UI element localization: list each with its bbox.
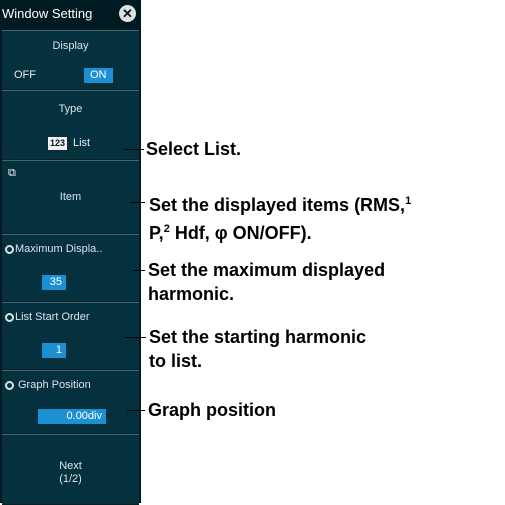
window-setting-panel: Window Setting ✕ Display OFF ON Type 123… bbox=[0, 0, 141, 505]
graph-position-value[interactable]: 0.00div bbox=[38, 409, 106, 424]
leader-line-items bbox=[130, 202, 145, 203]
callout-max-line2: harmonic. bbox=[148, 284, 235, 304]
item-label: Item bbox=[59, 191, 82, 203]
max-display-value[interactable]: 35 bbox=[42, 275, 66, 290]
item-section[interactable]: ⧉ Item bbox=[2, 160, 139, 234]
leader-line-select-list bbox=[124, 149, 144, 150]
jog-dial-icon bbox=[4, 312, 15, 323]
graph-position-label: Graph Position bbox=[18, 379, 91, 391]
callout-items: Set the displayed items (RMS,1 P,2 Hdf, … bbox=[149, 189, 411, 245]
type-section[interactable]: Type 123 List bbox=[2, 90, 139, 160]
list-start-value[interactable]: 1 bbox=[42, 343, 66, 358]
display-on-option[interactable]: ON bbox=[84, 68, 113, 83]
callout-max: Set the maximum displayed harmonic. bbox=[148, 258, 385, 306]
callout-start-line1: Set the starting harmonic bbox=[149, 327, 367, 347]
jog-dial-icon bbox=[4, 244, 15, 255]
leader-line-start bbox=[125, 337, 146, 338]
callout-start: Set the starting harmonic to list. bbox=[149, 325, 366, 373]
title-bar: Window Setting ✕ bbox=[0, 0, 141, 28]
footnote-1: 1 bbox=[405, 195, 412, 207]
callout-graph: Graph position bbox=[148, 400, 276, 420]
type-value: List bbox=[73, 137, 91, 149]
type-label: Type bbox=[58, 103, 83, 115]
callout-select-list: Select List. bbox=[146, 139, 242, 159]
graph-position-section[interactable]: Graph Position 0.00div bbox=[2, 370, 139, 434]
list-start-label: List Start Order bbox=[15, 311, 90, 323]
next-label: Next bbox=[59, 460, 82, 472]
list-type-icon: 123 bbox=[48, 137, 68, 150]
next-page-indicator: (1/2) bbox=[59, 473, 82, 485]
close-icon[interactable]: ✕ bbox=[119, 5, 136, 22]
max-display-section[interactable]: Maximum Displa.. 35 bbox=[2, 234, 139, 302]
jog-dial-icon bbox=[4, 380, 15, 391]
callout-max-line1: Set the maximum displayed bbox=[148, 260, 386, 280]
callout-items-line2b: Hdf, φ ON/OFF). bbox=[169, 223, 312, 243]
leader-line-max bbox=[133, 270, 145, 271]
display-off-option[interactable]: OFF bbox=[14, 69, 36, 81]
list-start-section[interactable]: List Start Order 1 bbox=[2, 302, 139, 370]
window-title: Window Setting bbox=[2, 6, 93, 21]
leader-line-graph bbox=[127, 410, 145, 411]
callout-start-line2: to list. bbox=[149, 351, 202, 371]
next-page-button[interactable]: Next (1/2) bbox=[2, 434, 139, 505]
max-display-label: Maximum Displa.. bbox=[15, 243, 103, 255]
item-select-icon: ⧉ bbox=[8, 167, 16, 179]
display-section[interactable]: Display OFF ON bbox=[2, 30, 139, 90]
display-label: Display bbox=[52, 40, 89, 52]
callout-items-line2a: P, bbox=[149, 223, 164, 243]
callout-items-line1: Set the displayed items (RMS, bbox=[149, 195, 406, 215]
